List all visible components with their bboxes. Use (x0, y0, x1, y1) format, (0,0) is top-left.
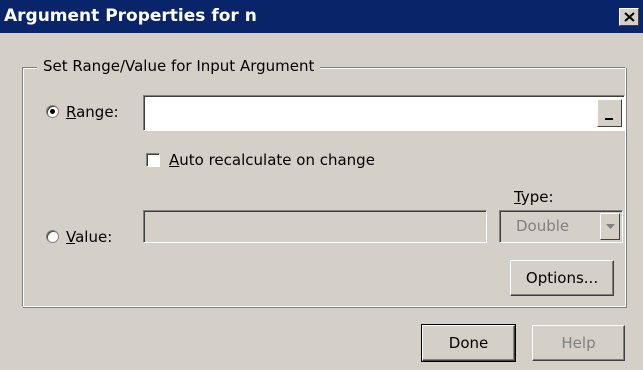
type-label: Type: (514, 188, 554, 206)
chevron-down-icon (606, 224, 615, 229)
options-button[interactable]: Options... (510, 260, 614, 296)
range-input[interactable] (143, 95, 625, 131)
range-radio[interactable] (46, 105, 59, 118)
done-button[interactable]: Done (421, 324, 516, 362)
radio-selected-dot (50, 109, 55, 114)
close-icon (624, 12, 635, 22)
type-dropdown[interactable]: Double (499, 210, 623, 243)
range-picker-button[interactable] (597, 99, 622, 127)
range-picker-icon (605, 118, 613, 120)
value-input-field[interactable] (144, 211, 486, 242)
title-bar: Argument Properties for n (0, 0, 643, 33)
range-input-field[interactable] (144, 96, 624, 130)
help-button[interactable]: Help (532, 325, 625, 361)
type-dropdown-arrow[interactable] (600, 213, 620, 240)
groupbox-legend: Set Range/Value for Input Argument (37, 57, 321, 75)
auto-recalculate-label: Auto recalculate on change (169, 151, 375, 169)
close-button[interactable] (619, 8, 639, 26)
range-label: Range: (66, 103, 119, 121)
value-radio[interactable] (46, 230, 59, 243)
window-title: Argument Properties for n (4, 6, 257, 26)
auto-recalculate-checkbox[interactable] (146, 153, 160, 167)
type-selected-value: Double (516, 217, 570, 235)
value-label: Value: (66, 228, 113, 246)
value-input[interactable] (143, 210, 487, 243)
